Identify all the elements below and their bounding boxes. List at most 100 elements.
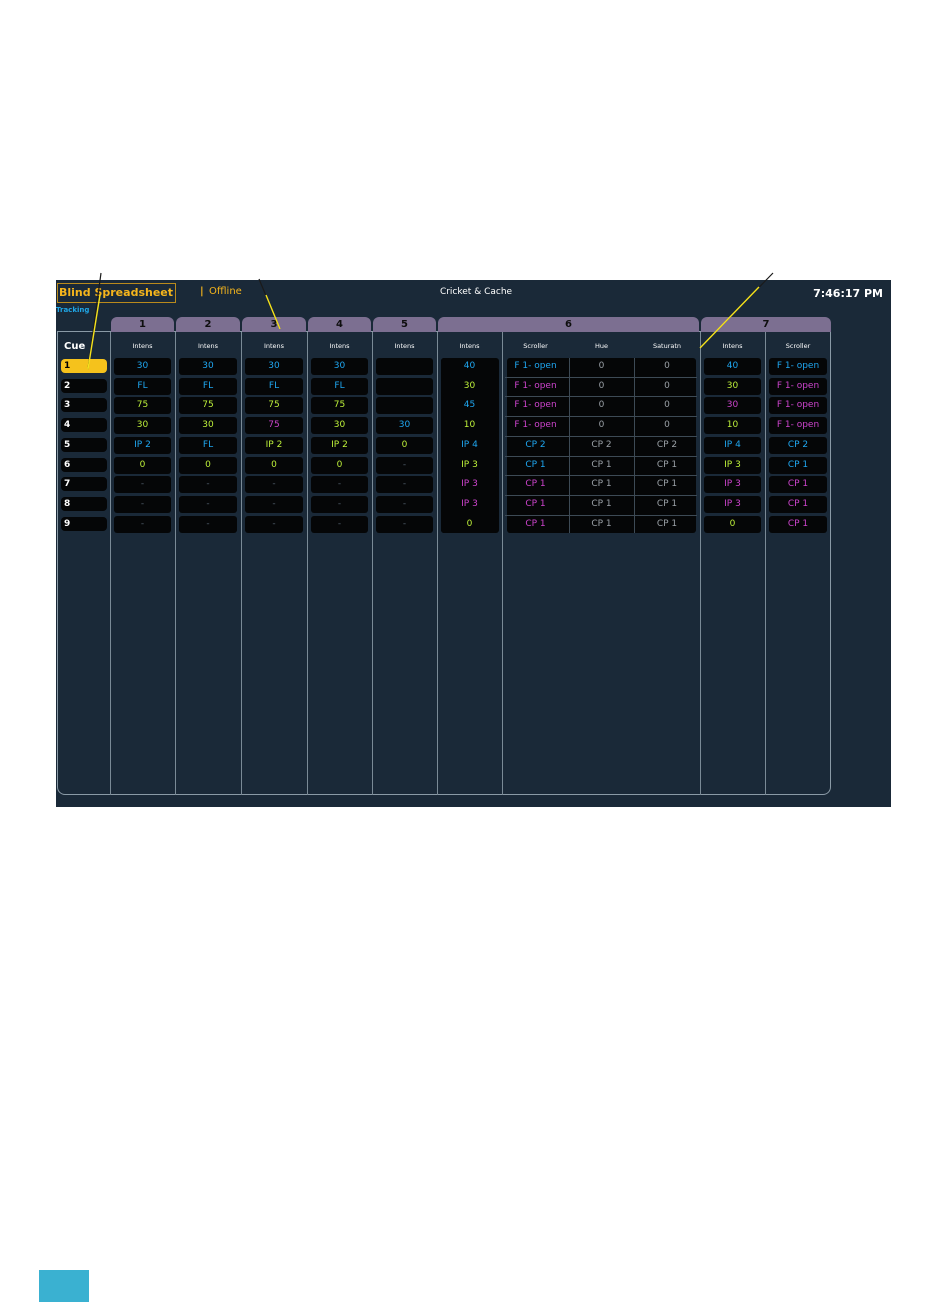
value-cell[interactable]: - — [114, 495, 171, 513]
value-cell[interactable]: 30 — [179, 358, 237, 375]
value-cell[interactable]: CP 1 — [503, 496, 568, 513]
value-cell[interactable]: 0 — [245, 456, 303, 474]
value-cell[interactable]: 0 — [311, 456, 368, 474]
value-cell[interactable]: IP 4 — [704, 436, 761, 454]
value-cell[interactable]: 10 — [441, 417, 498, 435]
value-cell[interactable]: CP 1 — [769, 476, 827, 494]
value-cell[interactable]: CP 1 — [570, 516, 633, 533]
channel-tab-1[interactable]: 1 — [111, 317, 174, 332]
value-cell[interactable]: - — [311, 476, 368, 494]
value-cell[interactable]: IP 3 — [441, 456, 498, 474]
value-cell[interactable]: 0 — [635, 358, 699, 375]
value-cell[interactable]: - — [311, 495, 368, 513]
value-cell[interactable]: CP 1 — [769, 515, 827, 533]
value-cell[interactable]: CP 1 — [635, 496, 699, 513]
value-cell[interactable]: 30 — [704, 397, 761, 415]
cue-row-4[interactable]: 4 — [61, 418, 107, 433]
value-cell[interactable]: CP 1 — [635, 476, 699, 493]
value-cell[interactable]: - — [245, 495, 303, 513]
value-cell[interactable]: - — [311, 515, 368, 533]
value-cell[interactable]: 75 — [114, 397, 171, 415]
value-cell[interactable]: 0 — [635, 378, 699, 395]
value-cell[interactable]: CP 2 — [570, 437, 633, 454]
value-cell[interactable]: CP 1 — [570, 457, 633, 474]
value-cell[interactable]: FL — [179, 377, 237, 395]
value-cell[interactable]: FL — [245, 377, 303, 395]
value-cell[interactable]: 30 — [114, 417, 171, 435]
cue-row-8[interactable]: 8 — [61, 496, 107, 511]
value-cell[interactable]: F 1- open — [503, 417, 568, 434]
value-cell[interactable]: IP 3 — [441, 476, 498, 494]
cue-row-2[interactable]: 2 — [61, 378, 107, 393]
value-cell[interactable]: - — [114, 476, 171, 494]
value-cell[interactable]: IP 3 — [441, 495, 498, 513]
value-cell[interactable]: IP 3 — [704, 495, 761, 513]
value-cell[interactable]: IP 3 — [704, 456, 761, 474]
value-cell[interactable]: IP 2 — [245, 436, 303, 454]
value-cell[interactable]: - — [376, 476, 433, 494]
value-cell[interactable]: FL — [114, 377, 171, 395]
value-cell[interactable]: CP 2 — [769, 436, 827, 454]
value-cell[interactable]: IP 3 — [704, 476, 761, 494]
value-cell[interactable]: 75 — [311, 397, 368, 415]
value-cell[interactable]: 40 — [704, 358, 761, 375]
value-cell[interactable]: CP 1 — [570, 476, 633, 493]
value-cell[interactable] — [376, 377, 433, 395]
value-cell[interactable]: CP 1 — [503, 476, 568, 493]
cue-row-9[interactable]: 9 — [61, 516, 107, 531]
value-cell[interactable]: F 1- open — [769, 397, 827, 415]
value-cell[interactable]: CP 2 — [503, 437, 568, 454]
value-cell[interactable]: F 1- open — [769, 358, 827, 375]
value-cell[interactable]: 30 — [704, 377, 761, 395]
value-cell[interactable]: 30 — [441, 377, 498, 395]
value-cell[interactable]: CP 2 — [635, 437, 699, 454]
value-cell[interactable]: - — [179, 515, 237, 533]
value-cell[interactable]: F 1- open — [503, 378, 568, 395]
value-cell[interactable] — [376, 397, 433, 415]
cue-row-1[interactable]: 1 — [61, 359, 107, 373]
value-cell[interactable]: 0 — [570, 417, 633, 434]
value-cell[interactable]: - — [376, 456, 433, 474]
cue-row-5[interactable]: 5 — [61, 437, 107, 452]
channel-tab-4[interactable]: 4 — [308, 317, 371, 332]
cue-row-7[interactable]: 7 — [61, 477, 107, 492]
value-cell[interactable]: - — [376, 515, 433, 533]
value-cell[interactable]: - — [179, 495, 237, 513]
value-cell[interactable]: F 1- open — [769, 417, 827, 435]
value-cell[interactable]: CP 1 — [503, 457, 568, 474]
value-cell[interactable]: 0 — [376, 436, 433, 454]
channel-tab-3[interactable]: 3 — [242, 317, 306, 332]
value-cell[interactable]: IP 2 — [114, 436, 171, 454]
value-cell[interactable]: 40 — [441, 358, 498, 375]
value-cell[interactable]: CP 1 — [635, 457, 699, 474]
value-cell[interactable]: FL — [311, 377, 368, 395]
channel-tab-7[interactable]: 7 — [701, 317, 831, 332]
channel-tab-6[interactable]: 6 — [438, 317, 699, 332]
value-cell[interactable]: 30 — [179, 417, 237, 435]
value-cell[interactable]: 0 — [635, 397, 699, 414]
value-cell[interactable]: 0 — [570, 358, 633, 375]
value-cell[interactable]: F 1- open — [769, 377, 827, 395]
value-cell[interactable]: F 1- open — [503, 397, 568, 414]
value-cell[interactable]: 0 — [635, 417, 699, 434]
channel-tab-2[interactable]: 2 — [176, 317, 240, 332]
value-cell[interactable]: 0 — [570, 397, 633, 414]
value-cell[interactable]: 0 — [704, 515, 761, 533]
blind-spreadsheet-tab[interactable]: Blind Spreadsheet — [57, 283, 176, 303]
value-cell[interactable]: CP 1 — [769, 456, 827, 474]
value-cell[interactable]: CP 1 — [769, 495, 827, 513]
value-cell[interactable]: - — [114, 515, 171, 533]
value-cell[interactable]: 30 — [114, 358, 171, 375]
value-cell[interactable]: 30 — [311, 417, 368, 435]
value-cell[interactable]: FL — [179, 436, 237, 454]
value-cell[interactable]: 30 — [376, 417, 433, 435]
value-cell[interactable]: 0 — [179, 456, 237, 474]
value-cell[interactable]: 30 — [311, 358, 368, 375]
value-cell[interactable]: F 1- open — [503, 358, 568, 375]
value-cell[interactable]: - — [376, 495, 433, 513]
value-cell[interactable]: 75 — [245, 417, 303, 435]
cue-row-6[interactable]: 6 — [61, 457, 107, 472]
cue-row-3[interactable]: 3 — [61, 398, 107, 413]
value-cell[interactable]: 0 — [441, 515, 498, 533]
value-cell[interactable]: CP 1 — [503, 516, 568, 533]
